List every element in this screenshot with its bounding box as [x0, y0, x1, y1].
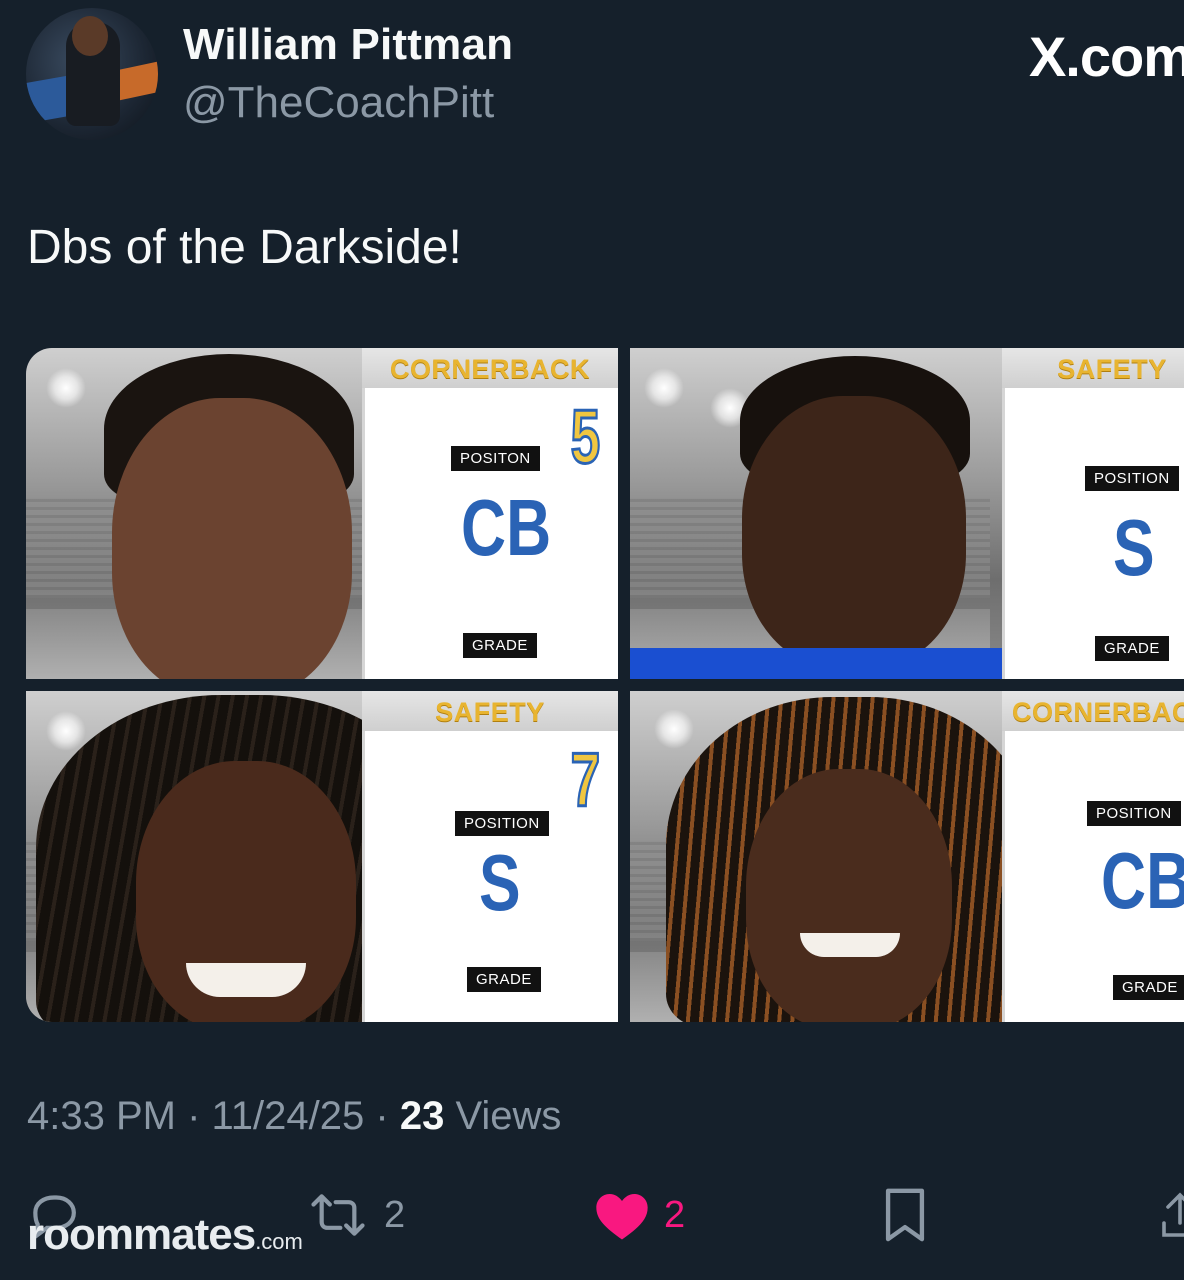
- player-info-panel: POSITION CB GRADE: [1002, 731, 1184, 1022]
- stadium-light: [654, 709, 694, 749]
- player-card[interactable]: SAFETY 7 POSITION S GRADE: [26, 691, 618, 1022]
- stadium-light: [46, 368, 86, 408]
- tweet-text: Dbs of the Darkside!: [27, 221, 462, 274]
- player-info-panel: 5 POSITON CB GRADE: [362, 388, 618, 679]
- position-value: CB: [461, 483, 552, 572]
- player-smile: [800, 933, 900, 957]
- watermark-brand: roommates: [27, 1210, 256, 1259]
- player-card[interactable]: CORNERBACK 5 POSITON CB GRADE: [26, 348, 618, 679]
- heart-icon: [596, 1194, 648, 1240]
- tweet-media-grid[interactable]: CORNERBACK 5 POSITON CB GRADE SAFETY 12 …: [26, 348, 1184, 1022]
- tweet-meta: 4:33 PM · 11/24/25 · 23 Views: [27, 1094, 561, 1139]
- like-count: 2: [664, 1193, 686, 1236]
- views-count: 23: [399, 1094, 445, 1138]
- position-banner: CORNERBACK: [1002, 691, 1184, 731]
- position-label: POSITION: [1087, 801, 1181, 826]
- player-face: [746, 769, 952, 1022]
- tweet-date[interactable]: 11/24/25: [212, 1094, 365, 1138]
- bookmark-icon: [885, 1188, 925, 1242]
- stadium-light: [46, 711, 86, 751]
- position-label: POSITON: [451, 446, 540, 471]
- retweet-count: 2: [384, 1193, 406, 1236]
- meta-separator: ·: [375, 1094, 400, 1138]
- position-label: POSITION: [455, 811, 549, 836]
- grade-label: GRADE: [463, 633, 537, 658]
- position-label: POSITION: [1085, 466, 1179, 491]
- author-display-name[interactable]: William Pittman: [183, 20, 513, 70]
- retweet-icon: [311, 1194, 365, 1236]
- stadium-light: [644, 368, 684, 408]
- bookmark-button[interactable]: [880, 1180, 930, 1250]
- player-card[interactable]: CORNERBACK POSITION CB GRADE: [630, 691, 1184, 1022]
- grade-label: GRADE: [467, 967, 541, 992]
- player-face: [742, 396, 966, 668]
- position-value: CB: [1101, 836, 1184, 925]
- views-label: Views: [455, 1094, 562, 1138]
- player-info-panel: 12 POSITION S GRADE: [1002, 388, 1184, 679]
- meta-separator: ·: [187, 1094, 212, 1138]
- position-banner: CORNERBACK: [362, 348, 618, 388]
- share-button[interactable]: [1160, 1180, 1184, 1250]
- position-value: S: [1113, 503, 1155, 592]
- roommates-watermark: roommates.com: [27, 1210, 303, 1260]
- share-icon: [1162, 1192, 1184, 1237]
- jersey-number: 5: [569, 395, 601, 480]
- tweet-time[interactable]: 4:33 PM: [27, 1094, 176, 1138]
- player-face: [112, 398, 352, 679]
- grade-label: GRADE: [1113, 975, 1184, 1000]
- player-smile: [186, 963, 306, 997]
- retweet-button[interactable]: 2: [306, 1180, 405, 1250]
- position-banner: SAFETY: [1002, 348, 1184, 388]
- grade-label: GRADE: [1095, 636, 1169, 661]
- position-banner: SAFETY: [362, 691, 618, 731]
- watermark-suffix: .com: [255, 1229, 303, 1254]
- position-value: S: [479, 838, 521, 927]
- jersey-number: 7: [569, 738, 601, 823]
- x-logo: X.com: [1028, 25, 1184, 88]
- player-card[interactable]: SAFETY 12 POSITION S GRADE: [630, 348, 1184, 679]
- player-shirt: [630, 648, 1030, 679]
- author-handle[interactable]: @TheCoachPitt: [183, 78, 494, 128]
- author-avatar[interactable]: [26, 8, 158, 140]
- avatar-person-head: [72, 16, 108, 56]
- player-info-panel: 7 POSITION S GRADE: [362, 731, 618, 1022]
- like-button[interactable]: 2: [594, 1180, 685, 1250]
